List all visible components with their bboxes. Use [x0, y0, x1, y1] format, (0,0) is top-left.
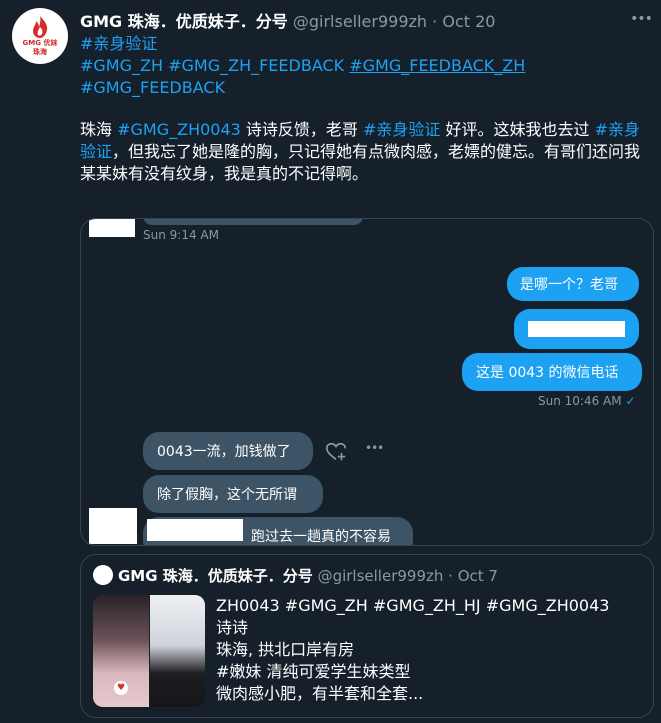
- quoted-tweet-text: ZH0043 #GMG_ZH #GMG_ZH_HJ #GMG_ZH0043 诗诗…: [216, 595, 646, 705]
- message-bubble-out: [514, 309, 639, 349]
- heart-icon: ♥: [114, 681, 128, 695]
- separator-dot: ·: [448, 567, 453, 585]
- quoted-author-name: GMG 珠海．优质妹子．分号: [118, 567, 313, 585]
- quoted-author-handle: @girlseller999zh: [317, 567, 444, 585]
- chat-screenshot-image[interactable]: Sun 9:14 AM 是哪一个？老哥 这是 0043 的微信电话 Sun 10…: [80, 218, 654, 546]
- message-bubble-in: [143, 219, 363, 225]
- more-options-icon[interactable]: •••: [630, 8, 653, 30]
- quoted-text-line: 诗诗: [216, 618, 249, 637]
- message-bubble-in: 跑过去一趟真的不容易: [143, 517, 413, 545]
- redacted-block: [528, 321, 625, 337]
- avatar-subtext: 珠海: [33, 48, 47, 56]
- body-text-part: ，但我忘了她是隆的胸，只记得她有点微肉感，老嫖的健忘。有哥们还问我某某妹有没有纹…: [80, 142, 641, 183]
- quoted-text-line: 微肉感小肥，有半套和全套...: [216, 684, 424, 703]
- hashtag-link[interactable]: #亲身验证: [363, 120, 440, 139]
- quoted-tweet[interactable]: GMG 珠海．优质妹子．分号 @girlseller999zh · Oct 7 …: [80, 554, 654, 718]
- hashtag-link[interactable]: #GMG_FEEDBACK: [80, 78, 225, 97]
- quoted-media-thumbnails: ♥: [93, 595, 205, 707]
- quoted-tweet-header: GMG 珠海．优质妹子．分号 @girlseller999zh · Oct 7: [93, 564, 498, 587]
- redacted-block: [89, 508, 137, 544]
- quoted-text-line: #嫩妹 清纯可爱学生妹类型: [216, 662, 411, 681]
- photo-thumbnail: ♥: [93, 595, 149, 707]
- tweet-date[interactable]: Oct 20: [442, 12, 495, 31]
- body-text-part: 诗诗反馈，老哥: [240, 120, 363, 139]
- body-text-part: 好评。这妹我也去过: [440, 120, 595, 139]
- photo-thumbnail: [150, 595, 205, 707]
- redacted-block: [89, 219, 135, 237]
- author-avatar[interactable]: GMG 优妹 珠海: [12, 8, 68, 64]
- message-bubble-in: 0043一流，加钱做了: [143, 432, 313, 470]
- author-handle[interactable]: @girlseller999zh: [293, 12, 427, 31]
- message-bubble-out: 这是 0043 的微信电话: [462, 353, 642, 391]
- timestamp-text: Sun 10:46 AM: [538, 394, 622, 408]
- tweet-header: GMG 珠海．优质妹子．分号 @girlseller999zh · Oct 20: [80, 8, 600, 31]
- avatar-text: GMG 优妹: [22, 39, 58, 47]
- message-timestamp: Sun 9:14 AM: [143, 228, 219, 242]
- body-text-part: 珠海: [80, 120, 118, 139]
- hashtag-link[interactable]: #GMG_ZH0043: [117, 120, 241, 139]
- tweet-body: 珠海 #GMG_ZH0043 诗诗反馈，老哥 #亲身验证 好评。这妹我也去过 #…: [80, 119, 645, 185]
- quoted-text-line: ZH0043 #GMG_ZH #GMG_ZH_HJ #GMG_ZH0043: [216, 596, 610, 615]
- separator-dot: ·: [432, 12, 438, 31]
- hashtag-link[interactable]: #亲身验证: [80, 34, 157, 53]
- message-bubble-out: 是哪一个？老哥: [507, 267, 639, 301]
- quoted-author-avatar: [93, 564, 113, 585]
- message-bubble-in: 除了假胸，这个无所谓: [143, 475, 323, 513]
- flame-logo-icon: [33, 16, 48, 38]
- quoted-text-line: 珠海, 拱北口岸有房: [216, 640, 355, 659]
- quoted-tweet-date: Oct 7: [457, 567, 498, 585]
- redacted-block: [147, 519, 243, 541]
- hashtag-link[interactable]: #GMG_ZH_FEEDBACK: [168, 56, 344, 75]
- hashtag-block: #亲身验证 #GMG_ZH #GMG_ZH_FEEDBACK #GMG_FEED…: [80, 33, 525, 99]
- hashtag-link[interactable]: #GMG_FEEDBACK_ZH: [349, 56, 525, 75]
- read-check-icon: ✓: [625, 394, 636, 408]
- more-options-icon[interactable]: •••: [365, 441, 384, 455]
- message-timestamp: Sun 10:46 AM ✓: [538, 394, 636, 408]
- message-text: 跑过去一趟真的不容易: [251, 529, 391, 545]
- author-name[interactable]: GMG 珠海．优质妹子．分号: [80, 12, 288, 31]
- heart-outline-icon[interactable]: [325, 441, 347, 463]
- hashtag-link[interactable]: #GMG_ZH: [80, 56, 163, 75]
